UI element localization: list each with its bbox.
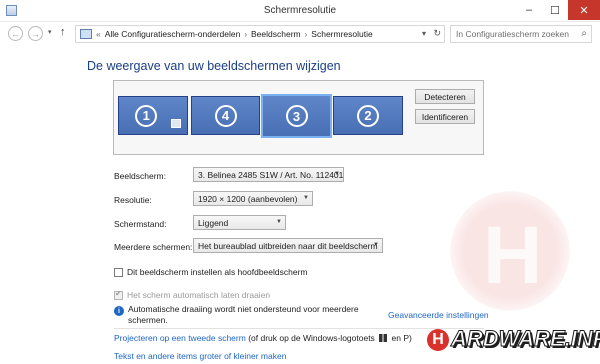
resolution-label: Resolutie: (114, 195, 152, 205)
search-icon[interactable]: ⌕ (581, 28, 587, 39)
breadcrumb-separator-icon[interactable]: › (244, 30, 247, 39)
project-hint-text-end: en P) (389, 333, 412, 343)
forward-icon[interactable]: → (28, 26, 43, 41)
watermark-h-badge: H (427, 329, 449, 352)
refresh-icon[interactable]: ↻ (433, 28, 441, 39)
text-size-line: Tekst en andere items groter of kleiner … (114, 351, 286, 361)
chevron-down-icon: ▼ (334, 171, 340, 177)
breadcrumb-item-display[interactable]: Beeldscherm (251, 29, 301, 39)
taskbar-icon (171, 119, 181, 128)
monitor-4[interactable]: 4 (191, 96, 260, 135)
close-button[interactable]: ✕ (568, 0, 600, 20)
monitor-arrangement[interactable]: 1 4 3 2 Detecteren Identificeren (113, 80, 484, 155)
monitor-number: 2 (357, 104, 379, 127)
maximize-button[interactable]: ☐ (542, 0, 568, 20)
multiple-displays-label: Meerdere schermen: (114, 242, 193, 252)
address-dropdown-icon[interactable]: ▾ (422, 29, 426, 38)
breadcrumb[interactable]: « Alle Configuratiescherm-onderdelen › B… (75, 25, 445, 43)
chevron-down-icon: ▼ (373, 242, 379, 248)
window-title: Schermresolutie (263, 5, 337, 16)
project-line: Projecteren op een tweede scherm (of dru… (114, 333, 412, 343)
orientation-label: Schermstand: (114, 219, 167, 229)
advanced-settings-link[interactable]: Geavanceerde instellingen (388, 310, 489, 320)
resolution-select[interactable]: 1920 × 1200 (aanbevolen) ▼ (193, 191, 313, 206)
project-hint-text: (of druk op de Windows-logotoets (245, 333, 378, 343)
monitor-1[interactable]: 1 (118, 96, 188, 135)
windows-logo-icon (379, 334, 388, 342)
checkmark-icon: ✔ (115, 289, 122, 298)
monitor-number: 4 (214, 104, 237, 127)
back-icon[interactable]: ← (8, 26, 23, 41)
hardware-info-watermark-logo: H (450, 191, 570, 311)
watermark-h-letter: H (483, 210, 543, 301)
search-placeholder: In Configuratiescherm zoeken (456, 29, 569, 39)
main-content: De weergave van uw beeldschermen wijzige… (0, 46, 600, 364)
display-value: 3. Belinea 2485 S1W / Art. No. 112401 (198, 170, 344, 180)
chevron-down-icon: ▼ (303, 195, 309, 201)
monitor-number: 1 (135, 104, 158, 127)
monitor-2[interactable]: 2 (333, 96, 403, 135)
monitor-3[interactable]: 3 (261, 94, 332, 138)
breadcrumb-leading-chevron-icon[interactable]: « (96, 29, 101, 39)
page-title: De weergave van uw beeldschermen wijzige… (87, 59, 341, 73)
breadcrumb-separator-icon[interactable]: › (305, 30, 308, 39)
chevron-down-icon: ▼ (276, 219, 282, 225)
search-input[interactable]: In Configuratiescherm zoeken ⌕ (450, 25, 592, 43)
orientation-value: Liggend (198, 218, 229, 228)
minimize-button[interactable]: – (516, 0, 542, 20)
watermark-text: ARDWARE.INFO (450, 326, 600, 352)
project-second-screen-link[interactable]: Projecteren op een tweede scherm (114, 333, 246, 343)
title-bar: Schermresolutie – ☐ ✕ (0, 0, 600, 22)
display-label: Beeldscherm: (114, 171, 166, 181)
text-size-link[interactable]: Tekst en andere items groter of kleiner … (114, 351, 286, 361)
breadcrumb-item-resolution[interactable]: Schermresolutie (311, 29, 372, 39)
hardware-info-watermark: HARDWARE.INFO (427, 326, 600, 352)
address-bar: ← → ▾ ↑ « Alle Configuratiescherm-onderd… (0, 22, 600, 46)
recent-locations-icon[interactable]: ▾ (48, 28, 52, 36)
up-icon[interactable]: ↑ (60, 26, 66, 38)
detect-button[interactable]: Detecteren (415, 89, 475, 104)
control-panel-icon (80, 29, 92, 39)
info-message: Automatische draaiing wordt niet onderst… (128, 304, 359, 325)
main-display-label[interactable]: Dit beeldscherm instellen als hoofdbeeld… (127, 267, 307, 277)
auto-rotate-label: Het scherm automatisch laten draaien (127, 290, 271, 300)
multiple-displays-value: Het bureaublad uitbreiden naar dit beeld… (198, 241, 378, 251)
auto-rotate-checkbox: ✔ (114, 289, 123, 300)
breadcrumb-item-all-items[interactable]: Alle Configuratiescherm-onderdelen (105, 29, 241, 39)
identify-button[interactable]: Identificeren (415, 109, 475, 124)
monitor-number: 3 (285, 105, 308, 127)
main-display-checkbox[interactable] (114, 268, 123, 277)
multiple-displays-select[interactable]: Het bureaublad uitbreiden naar dit beeld… (193, 238, 383, 253)
display-select[interactable]: 3. Belinea 2485 S1W / Art. No. 112401 ▼ (193, 167, 344, 182)
resolution-value: 1920 × 1200 (aanbevolen) (198, 194, 298, 204)
orientation-select[interactable]: Liggend ▼ (193, 215, 286, 230)
info-icon: i (114, 306, 124, 316)
